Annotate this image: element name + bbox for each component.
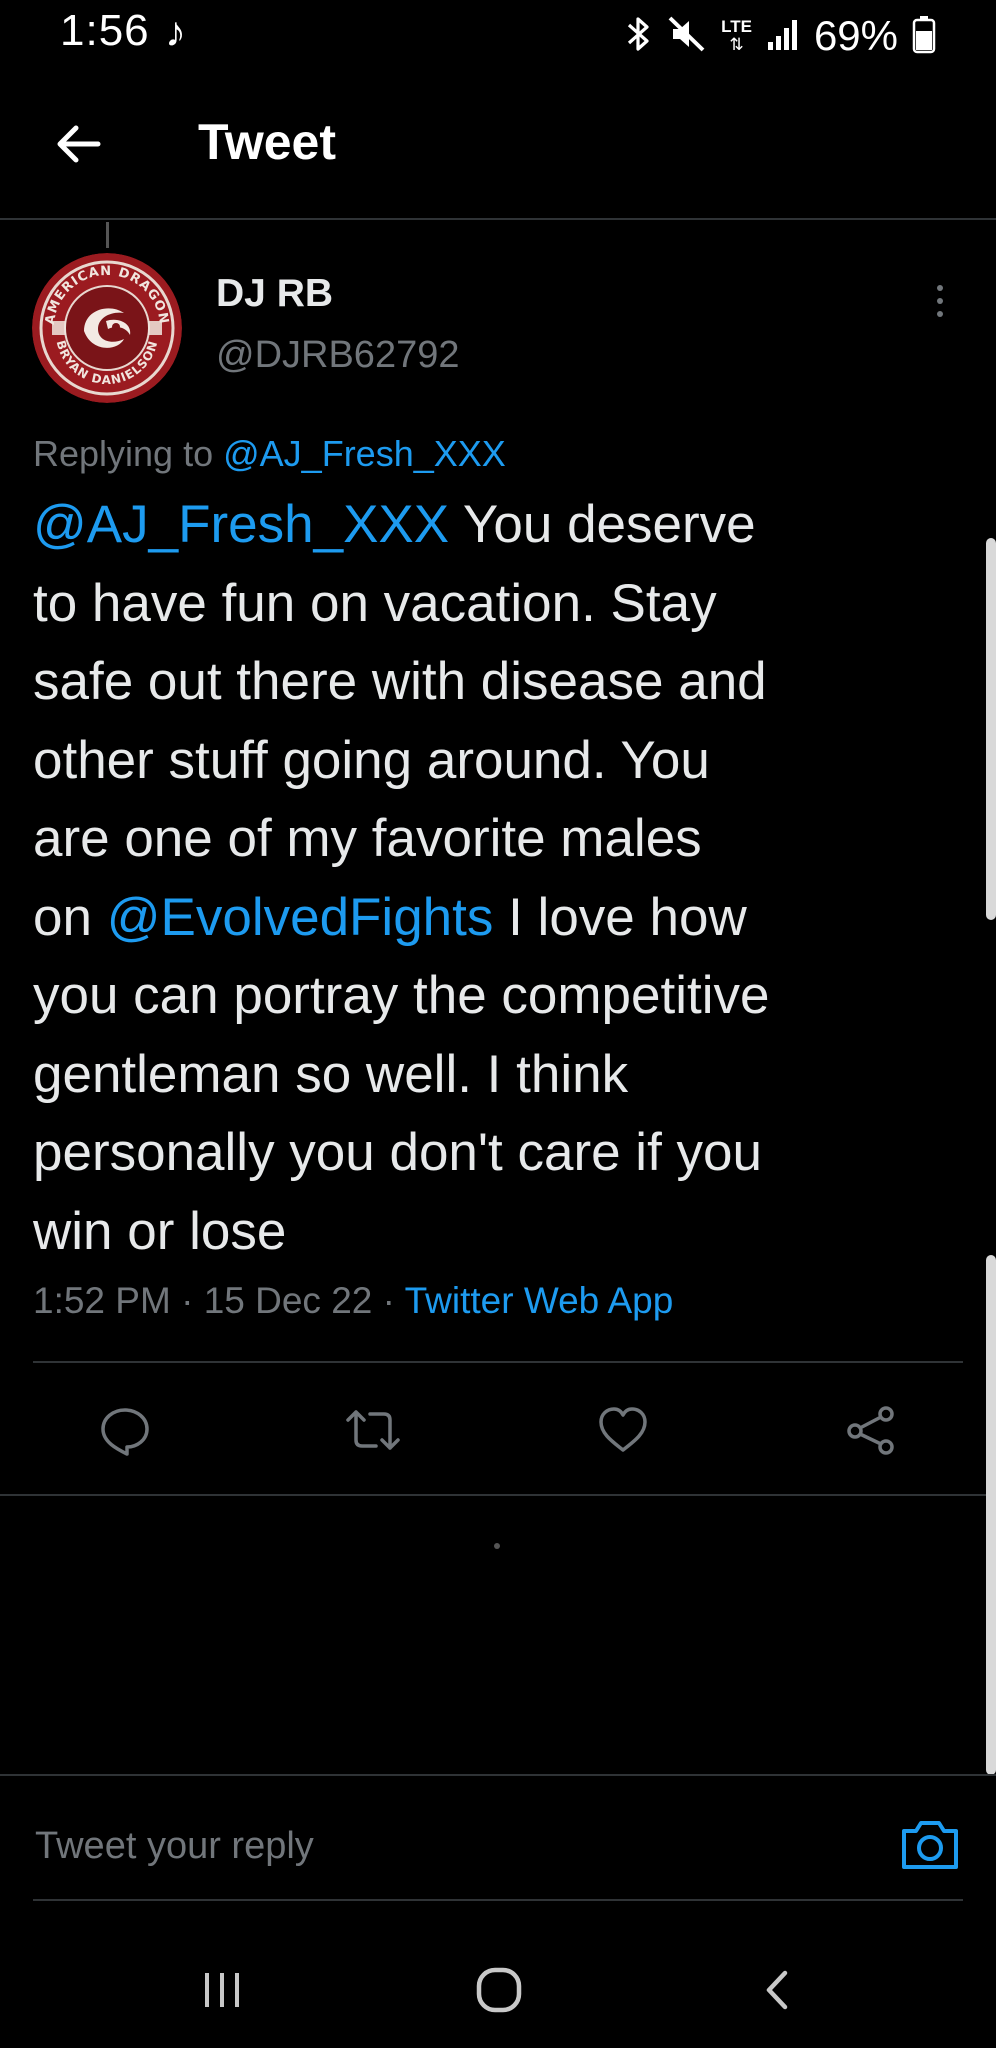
battery-percent: 69%: [813, 12, 898, 59]
replying-prefix: Replying to: [33, 433, 214, 474]
battery-icon: [912, 14, 936, 59]
tweet-text: @AJ_Fresh_XXX You deserve to have fun on…: [33, 486, 933, 1271]
back-button[interactable]: [44, 110, 112, 178]
mention-link[interactable]: @AJ_Fresh_XXX: [33, 495, 449, 554]
recents-icon: [205, 1973, 239, 2007]
actions-divider: [0, 1494, 996, 1496]
tweet-date: 15 Dec 22: [203, 1280, 373, 1321]
mute-icon: [667, 14, 707, 59]
tweet-line: you can portray the competitive: [33, 966, 770, 1025]
loading-dot: [494, 1543, 500, 1549]
tweet-text-segment: You deserve: [449, 495, 756, 554]
tweet-line: to have fun on vacation. Stay: [33, 573, 717, 633]
author-display-name[interactable]: DJ RB: [216, 272, 333, 316]
back-chevron-icon: [766, 1970, 788, 2010]
arrow-left-icon: [57, 125, 101, 163]
tweet-source-link[interactable]: Twitter Web App: [405, 1280, 674, 1321]
scrollbar-thumb[interactable]: [986, 538, 996, 920]
tweet-line: win or lose: [33, 1201, 287, 1261]
tweet-meta: 1:52 PM · 15 Dec 22 · Twitter Web App: [33, 1280, 673, 1322]
more-dot: [937, 298, 943, 304]
signal-icon: [766, 16, 800, 57]
more-dot: [937, 285, 943, 291]
meta-separator: ·: [372, 1280, 405, 1321]
meta-divider: [33, 1361, 963, 1363]
tweet-text-segment: on: [33, 887, 107, 947]
replying-to-mention[interactable]: @AJ_Fresh_XXX: [223, 433, 506, 474]
avatar[interactable]: AMERICAN DRAGON BRYAN DANIELSON: [32, 253, 182, 403]
retweet-button[interactable]: [338, 1395, 408, 1465]
mention-link[interactable]: @EvolvedFights: [107, 888, 494, 947]
home-icon: [476, 1967, 522, 2013]
tweet-line: other stuff going around. You: [33, 730, 710, 790]
data-arrows-icon: ⇅: [729, 35, 744, 54]
camera-icon: [902, 1821, 958, 1869]
heart-icon: [599, 1407, 647, 1452]
share-icon: [847, 1406, 894, 1455]
tweet-actions: [0, 1395, 996, 1465]
system-back-button[interactable]: [738, 1950, 818, 2030]
lte-label: LTE: [721, 17, 752, 36]
home-button[interactable]: [459, 1950, 539, 2030]
page-title: Tweet: [198, 114, 336, 170]
meta-separator: ·: [170, 1280, 204, 1321]
recents-button[interactable]: [182, 1950, 262, 2030]
status-time: 1:56: [60, 6, 150, 55]
thread-line: [106, 222, 109, 248]
camera-button[interactable]: [898, 1815, 962, 1875]
replying-to: Replying to @AJ_Fresh_XXX: [33, 433, 506, 475]
scrollbar-track[interactable]: [986, 1255, 996, 1775]
music-note-icon: ♪: [165, 8, 186, 55]
tweet-line: are one of my favorite males: [33, 809, 702, 868]
reply-button[interactable]: [90, 1395, 160, 1465]
lte-icon: LTE ⇅: [721, 18, 752, 54]
american-dragon-logo: AMERICAN DRAGON BRYAN DANIELSON: [32, 253, 182, 403]
tweet-line: personally you don't care if you: [33, 1123, 762, 1182]
bluetooth-icon: [623, 14, 653, 59]
tweet-line: @AJ_Fresh_XXX You deserve: [33, 486, 933, 565]
tweet-line: safe out there with disease and: [33, 652, 767, 711]
retweet-icon: [346, 1410, 400, 1450]
share-button[interactable]: [836, 1395, 906, 1465]
tweet-text-segment: I love how: [493, 887, 747, 947]
compose-top-divider: [0, 1774, 996, 1776]
header-divider: [0, 218, 996, 220]
tweet-time: 1:52 PM: [33, 1280, 171, 1321]
status-icons: LTE ⇅ 69%: [623, 6, 936, 66]
more-dot: [937, 311, 943, 317]
reply-bubble-icon: [101, 1408, 149, 1456]
like-button[interactable]: [588, 1395, 658, 1465]
compose-bottom-divider: [33, 1899, 963, 1901]
tweet-line: on @EvolvedFights I love how: [33, 879, 933, 958]
reply-input[interactable]: [33, 1810, 857, 1882]
author-handle[interactable]: @DJRB62792: [216, 334, 459, 377]
more-options-button[interactable]: [920, 276, 960, 326]
tweet-line: gentleman so well. I think: [33, 1044, 629, 1104]
